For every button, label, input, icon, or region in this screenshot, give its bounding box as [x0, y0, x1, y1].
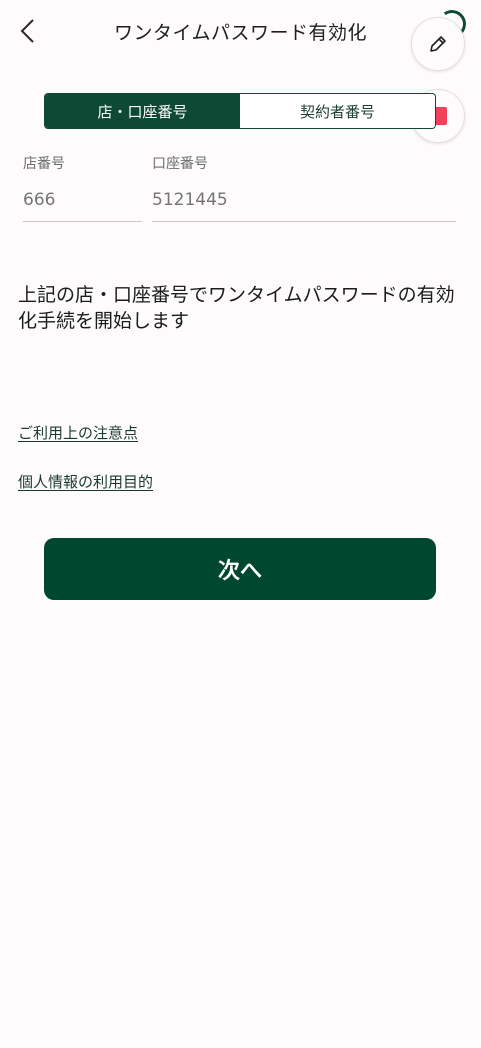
page-title: ワンタイムパスワード有効化	[113, 22, 368, 44]
next-button[interactable]: 次へ	[44, 538, 436, 600]
tab-contract-number[interactable]: 契約者番号	[240, 94, 435, 128]
account-number-input[interactable]	[152, 184, 456, 222]
branch-number-input[interactable]	[23, 184, 142, 222]
instruction-text: 上記の店・口座番号でワンタイムパスワードの有効化手続を開始します	[18, 284, 455, 332]
privacy-purpose-link[interactable]: 個人情報の利用目的	[18, 471, 153, 492]
branch-number-label: 店番号	[23, 156, 65, 172]
account-number-label: 口座番号	[152, 156, 208, 172]
tab-branch-account[interactable]: 店・口座番号	[45, 94, 240, 128]
usage-notes-link[interactable]: ご利用上の注意点	[18, 422, 138, 443]
edit-floating-button[interactable]	[411, 17, 465, 71]
input-type-segmented-control: 店・口座番号 契約者番号	[44, 93, 436, 129]
pencil-icon	[430, 36, 446, 52]
app-header: ワンタイムパスワード有効化	[0, 0, 481, 64]
